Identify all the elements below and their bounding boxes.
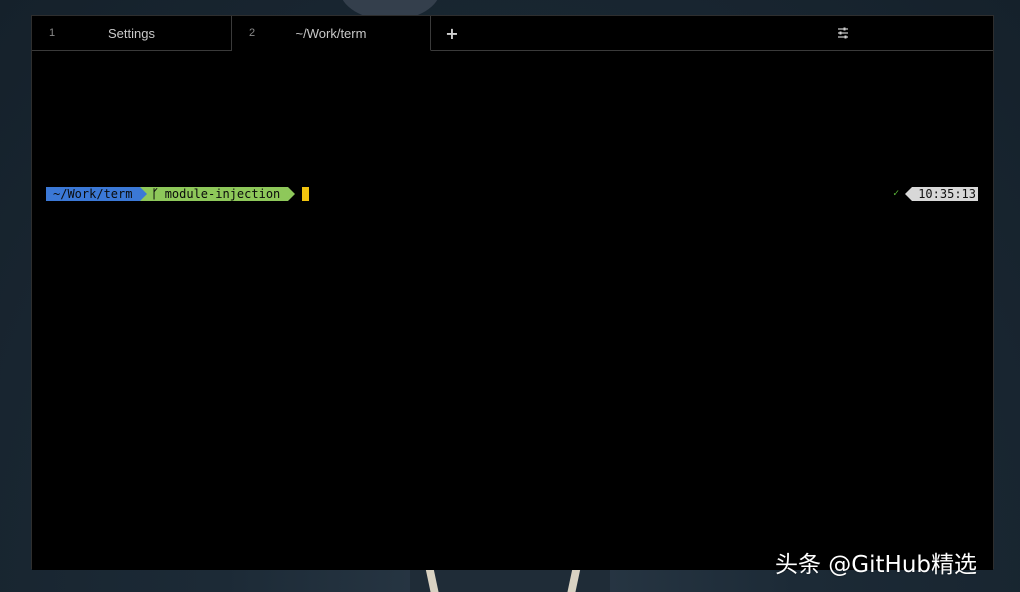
new-tab-button[interactable]: + <box>442 24 462 44</box>
watermark: 头条 @GitHub精选 <box>775 552 978 578</box>
tab-settings[interactable]: 1 Settings <box>32 16 232 51</box>
prompt-git-segment: ᚴ module-injection <box>147 187 289 201</box>
status-ok-icon: ✓ <box>893 188 900 199</box>
tab-title: ~/Work/term <box>295 26 367 41</box>
right-prompt: ✓ 10:35:13 <box>893 187 978 201</box>
road-line <box>425 568 439 592</box>
powerline-separator-icon <box>288 187 296 201</box>
tab-work-term[interactable]: 2 ~/Work/term <box>232 16 431 51</box>
terminal-pane[interactable]: ~/Work/term ᚴ module-injection ✓ 10:35:1… <box>32 51 993 570</box>
shell-prompt: ~/Work/term ᚴ module-injection <box>46 187 310 201</box>
powerline-separator-icon <box>140 187 148 201</box>
git-branch-icon: ᚴ <box>151 187 159 201</box>
prompt-directory: ~/Work/term <box>46 187 141 201</box>
prompt-branch: module-injection <box>164 187 281 201</box>
prompt-time: 10:35:13 <box>912 187 978 201</box>
text-cursor <box>302 187 310 201</box>
tab-bar: 1 Settings 2 ~/Work/term + <box>32 16 993 51</box>
terminal-window: 1 Settings 2 ~/Work/term + ~/Work/term ᚴ… <box>31 15 994 570</box>
powerline-separator-icon <box>905 187 913 201</box>
tab-title: Settings <box>108 26 155 41</box>
road-line <box>567 568 581 592</box>
background-road <box>410 568 610 592</box>
sliders-icon[interactable] <box>836 26 850 40</box>
